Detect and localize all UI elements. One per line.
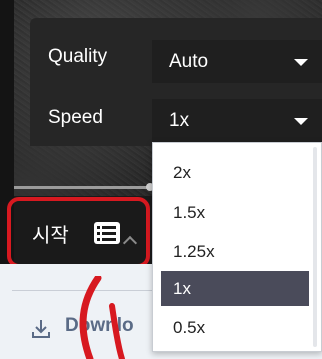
caret-down-icon [294,59,308,66]
menu-scrollbar[interactable] [313,147,317,347]
caret-down-icon [294,118,308,125]
speed-option-1-25x[interactable]: 1.25x [161,234,309,269]
highlight-box [7,197,150,268]
quality-select[interactable]: Auto [152,40,322,83]
annotation-pointer [79,276,125,359]
quality-label: Quality [48,46,108,67]
speed-option-1-5x[interactable]: 1.5x [161,195,309,230]
speed-dropdown-menu: 2x 1.5x 1.25x 1x 0.5x [152,142,322,352]
speed-select[interactable]: 1x [152,99,322,142]
speed-label: Speed [48,107,103,128]
speed-option-1x[interactable]: 1x [161,271,309,306]
speed-option-0-5x[interactable]: 0.5x [161,310,309,345]
speed-option-2x[interactable]: 2x [161,155,309,190]
quality-value: Auto [169,51,209,72]
speed-value: 1x [169,110,190,131]
progress-bar[interactable] [14,186,154,189]
download-icon[interactable] [30,318,52,340]
